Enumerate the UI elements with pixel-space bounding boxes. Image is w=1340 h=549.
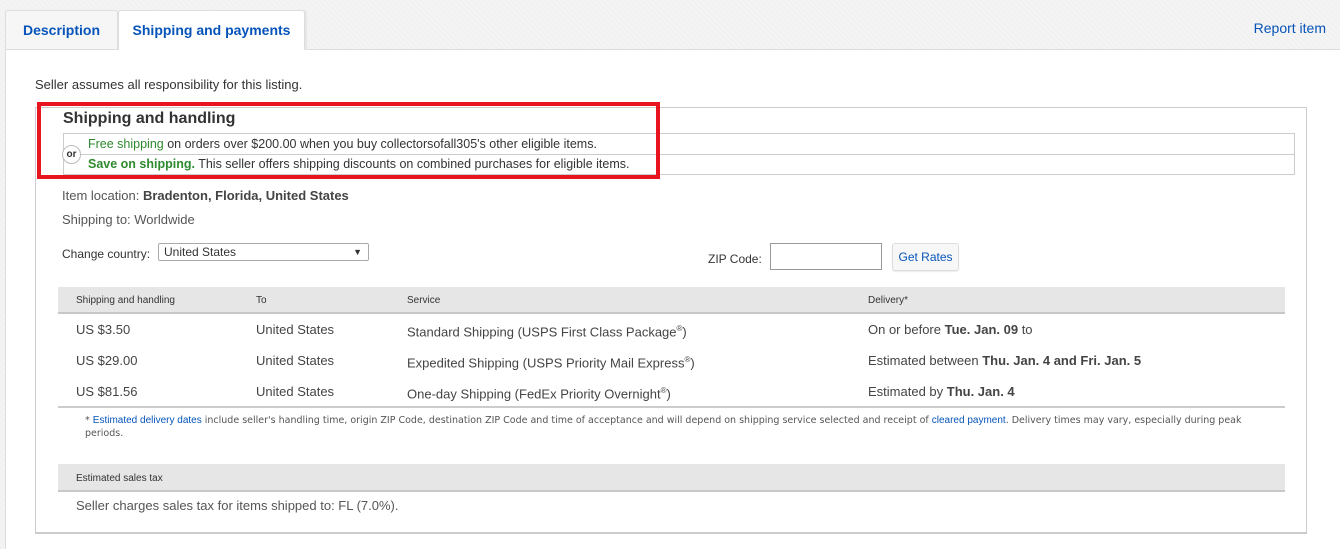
service-name: Expedited Shipping (USPS Priority Mail E… [407,355,685,371]
item-location: Item location: Bradenton, Florida, Unite… [62,188,349,203]
delivery-date: Thu. Jan. 4 and Fri. Jan. 5 [982,353,1142,368]
shipping-offers: or Free shipping on orders over $200.00 … [62,133,1295,175]
col-to: To [256,295,267,306]
or-badge: or [62,145,81,164]
change-country-label: Change country: [62,247,151,261]
rates-table-header: Shipping and handling To Service Deliver… [58,287,1285,314]
row-service: One-day Shipping (FedEx Priority Overnig… [407,386,671,401]
tab-description[interactable]: Description [5,10,118,49]
zip-code-input[interactable] [770,243,882,270]
shipping-handling-title: Shipping and handling [63,110,236,127]
offer-save-on-shipping: Save on shipping. This seller offers shi… [88,157,629,171]
offer-divider [64,154,1294,155]
delivery-date: Tue. Jan. 09 [944,322,1019,337]
footnote-text: include seller's handling time, origin Z… [201,415,932,426]
row-service: Standard Shipping (USPS First Class Pack… [407,324,687,339]
service-end: ) [690,355,695,371]
sales-tax-header-label: Estimated sales tax [76,473,163,484]
sales-tax-text: Seller charges sales tax for items shipp… [76,498,399,513]
delivery-pre: Estimated between [868,353,983,368]
row-delivery: Estimated by Thu. Jan. 4 [868,384,1015,399]
sales-tax-header: Estimated sales tax [58,464,1285,492]
offer-text: This seller offers shipping discounts on… [194,157,630,171]
table-row: US $81.56 United States One-day Shipping… [58,378,1285,409]
offer-highlight: Free shipping [88,137,164,151]
row-service: Expedited Shipping (USPS Priority Mail E… [407,355,695,370]
offer-free-shipping: Free shipping on orders over $200.00 whe… [88,137,597,151]
responsibility-text: Seller assumes all responsibility for th… [35,77,303,92]
delivery-footnote: * Estimated delivery dates include selle… [85,414,1255,440]
tab-shipping-and-payments[interactable]: Shipping and payments [118,10,305,50]
offer-highlight: Save on shipping. [88,157,195,171]
country-select[interactable]: United States ▼ [158,243,369,261]
shipping-to: Shipping to: Worldwide [62,212,195,227]
service-name: Standard Shipping (USPS First Class Pack… [407,324,677,340]
delivery-post: to [1018,322,1033,337]
cleared-payment-link[interactable]: cleared payment [932,415,1006,426]
estimated-delivery-dates-link[interactable]: Estimated delivery dates [93,415,202,426]
item-location-label: Item location: [62,188,143,203]
country-selected: United States [164,245,237,259]
get-rates-button[interactable]: Get Rates [892,243,959,271]
table-row: US $3.50 United States Standard Shipping… [58,316,1285,347]
row-delivery: Estimated between Thu. Jan. 4 and Fri. J… [868,353,1141,368]
zip-code-label: ZIP Code: [708,252,762,266]
row-price: US $29.00 [76,353,138,368]
col-delivery: Delivery* [868,295,909,306]
delivery-pre: On or before [868,322,945,337]
report-item-link[interactable]: Report item [1254,20,1326,36]
service-name: One-day Shipping (FedEx Priority Overnig… [407,386,661,402]
dropdown-arrow-icon: ▼ [353,247,362,257]
row-to: United States [256,384,335,399]
delivery-pre: Estimated by [868,384,947,399]
col-shipping-handling: Shipping and handling [76,295,175,306]
row-delivery: On or before Tue. Jan. 09 to [868,322,1033,337]
item-location-value: Bradenton, Florida, United States [142,188,349,203]
delivery-date: Thu. Jan. 4 [946,384,1015,399]
row-price: US $3.50 [76,322,131,337]
service-end: ) [682,324,687,340]
table-bottom-border [58,406,1285,408]
row-to: United States [256,353,335,368]
offer-text: on orders over $200.00 when you buy coll… [163,137,597,151]
service-end: ) [666,386,671,402]
footnote-star: * [85,415,93,426]
col-service: Service [407,295,441,306]
row-to: United States [256,322,335,337]
table-row: US $29.00 United States Expedited Shippi… [58,347,1285,378]
row-price: US $81.56 [76,384,138,399]
